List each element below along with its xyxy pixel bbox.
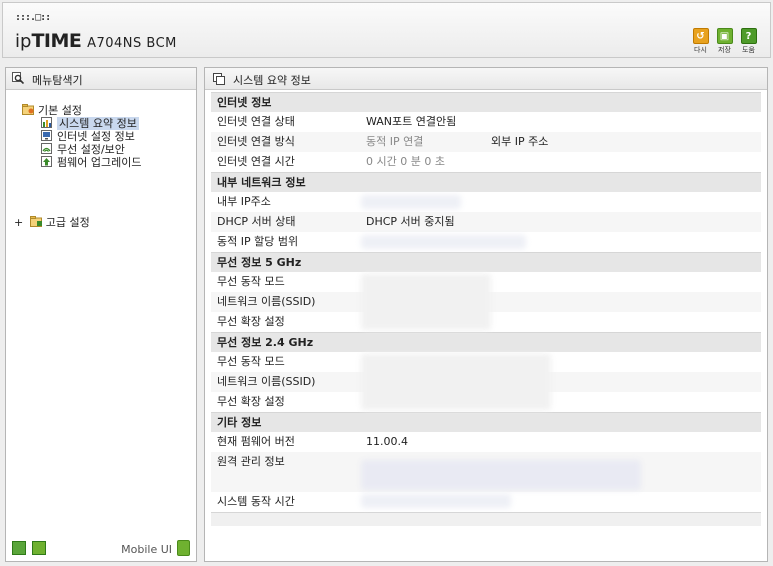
tree-item-label: 펌웨어 업그레이드 — [57, 156, 142, 169]
wifi-doc-icon — [41, 143, 52, 154]
tree-item-label: 인터넷 설정 정보 — [57, 130, 135, 143]
row-firmware-version: 현재 펌웨어 버전 11.00.4 — [211, 432, 761, 452]
main-panel: 시스템 요약 정보 인터넷 정보 인터넷 연결 상태 WAN포트 연결안됨 인터… — [204, 67, 768, 562]
folder-open-icon — [22, 104, 34, 115]
row-key: 원격 관리 정보 — [217, 455, 285, 468]
row-internet-method: 인터넷 연결 방식 동적 IP 연결 외부 IP 주소 — [211, 132, 761, 152]
section-wifi-5ghz: 무선 정보 5 GHz — [211, 252, 761, 272]
tree-item-system-summary[interactable]: 시스템 요약 정보 — [22, 117, 141, 130]
redacted-value — [361, 235, 526, 249]
main-panel-header: 시스템 요약 정보 — [205, 68, 767, 90]
tree-item-label: 무선 설정/보안 — [57, 143, 125, 156]
row-key: 무선 동작 모드 — [217, 355, 285, 368]
row-value: WAN포트 연결안됨 — [366, 115, 457, 128]
home-icon[interactable] — [12, 541, 26, 555]
help-label: 도움 — [742, 46, 755, 54]
summary-table: 인터넷 정보 인터넷 연결 상태 WAN포트 연결안됨 인터넷 연결 방식 동적… — [211, 92, 761, 526]
menu-tree: 기본 설정 시스템 요약 정보 인터넷 설정 정보 무선 설정/보안 펌웨어 업… — [22, 104, 141, 169]
row-key: 무선 확장 설정 — [217, 395, 285, 408]
tree-item-wireless-security[interactable]: 무선 설정/보안 — [22, 143, 141, 156]
save-button[interactable]: ▣ 저장 — [715, 28, 734, 55]
mobile-phone-icon[interactable] — [177, 540, 190, 556]
upgrade-doc-icon — [41, 156, 52, 167]
row-dhcp-range: 동적 IP 할당 범위 — [211, 232, 761, 252]
iptime-logo-mark: :::.□:: — [15, 12, 51, 23]
section-wifi-24ghz: 무선 정보 2.4 GHz — [211, 332, 761, 352]
menu-navigator-title: 메뉴탐색기 — [32, 74, 83, 87]
chart-doc-icon — [41, 117, 52, 128]
redacted-value — [361, 460, 641, 490]
section-lan: 내부 네트워크 정보 — [211, 172, 761, 192]
tree-item-firmware-upgrade[interactable]: 펌웨어 업그레이드 — [22, 156, 141, 169]
menu-navigator-header: 메뉴탐색기 — [6, 68, 196, 90]
menu-navigator: 메뉴탐색기 기본 설정 시스템 요약 정보 인터넷 설정 정보 무선 설정/보안… — [5, 67, 197, 562]
page-title: 시스템 요약 정보 — [233, 74, 311, 87]
tree-advanced-settings[interactable]: + 고급 설정 — [14, 214, 90, 230]
row-key: 무선 동작 모드 — [217, 275, 285, 288]
row-lan-ip: 내부 IP주소 — [211, 192, 761, 212]
row-value-2: 외부 IP 주소 — [491, 135, 549, 148]
row-key: 현재 펌웨어 버전 — [217, 435, 295, 448]
row-internet-status: 인터넷 연결 상태 WAN포트 연결안됨 — [211, 112, 761, 132]
brand-ip: ip — [15, 31, 32, 52]
row-key: 인터넷 연결 상태 — [217, 115, 295, 128]
save-label: 저장 — [718, 46, 731, 54]
section-etc: 기타 정보 — [211, 412, 761, 432]
table-footer — [211, 512, 761, 526]
logout-icon[interactable] — [32, 541, 46, 555]
mobile-ui-link[interactable]: Mobile UI — [121, 543, 172, 556]
row-key: 네트워크 이름(SSID) — [217, 375, 316, 388]
magnifier-icon — [12, 72, 24, 84]
row-key: 동적 IP 할당 범위 — [217, 235, 299, 248]
tree-basic-settings[interactable]: 기본 설정 — [22, 104, 141, 117]
redacted-value — [361, 195, 461, 209]
folder-closed-icon — [29, 216, 42, 227]
row-remote-management: 원격 관리 정보 — [211, 452, 761, 492]
section-internet: 인터넷 정보 — [211, 92, 761, 112]
row-key: 인터넷 연결 시간 — [217, 155, 295, 168]
window-icon — [213, 73, 225, 85]
tree-item-label: 시스템 요약 정보 — [57, 117, 139, 130]
expand-toggle[interactable]: + — [14, 216, 23, 229]
brand-title: ipTIME A704NS BCM — [15, 30, 177, 52]
monitor-doc-icon — [41, 130, 52, 141]
row-value: DHCP 서버 중지됨 — [366, 215, 455, 228]
row-key: 무선 확장 설정 — [217, 315, 285, 328]
row-uptime: 시스템 동작 시간 — [211, 492, 761, 512]
redo-icon: ↺ — [692, 28, 709, 44]
redacted-value — [361, 274, 491, 330]
model-name: A704NS BCM — [87, 36, 177, 51]
save-icon: ▣ — [716, 28, 733, 44]
sidebar-footer: Mobile UI — [6, 537, 196, 561]
header-bar: :::.□:: ipTIME A704NS BCM ↺ 다시 ▣ 저장 ? 도움 — [2, 2, 771, 58]
row-value: 11.00.4 — [366, 435, 408, 448]
row-key: 네트워크 이름(SSID) — [217, 295, 316, 308]
redacted-value — [361, 354, 551, 410]
row-key: 시스템 동작 시간 — [217, 495, 295, 508]
row-value: 0 시간 0 분 0 초 — [366, 155, 445, 168]
redacted-value — [361, 494, 511, 508]
tree-basic-label: 기본 설정 — [38, 104, 82, 117]
row-dhcp-status: DHCP 서버 상태 DHCP 서버 중지됨 — [211, 212, 761, 232]
row-key: 내부 IP주소 — [217, 195, 271, 208]
brand-time: TIME — [31, 30, 82, 52]
row-key: 인터넷 연결 방식 — [217, 135, 295, 148]
row-value: 동적 IP 연결 — [366, 135, 424, 148]
redo-label: 다시 — [694, 46, 707, 54]
help-button[interactable]: ? 도움 — [739, 28, 758, 55]
tree-item-internet-settings[interactable]: 인터넷 설정 정보 — [22, 130, 141, 143]
row-internet-time: 인터넷 연결 시간 0 시간 0 분 0 초 — [211, 152, 761, 172]
redo-button[interactable]: ↺ 다시 — [691, 28, 710, 55]
tree-advanced-label: 고급 설정 — [45, 216, 90, 229]
row-key: DHCP 서버 상태 — [217, 215, 296, 228]
help-icon: ? — [740, 28, 757, 44]
